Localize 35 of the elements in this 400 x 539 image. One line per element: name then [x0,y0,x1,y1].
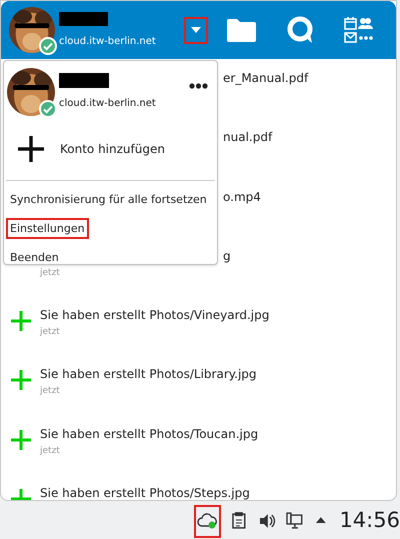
activity-text: Sie haben erstellt Photos/Toucan.jpg [40,426,258,442]
more-icon[interactable] [189,83,208,89]
dropdown-button[interactable] [184,16,208,44]
clock: 14:56 [339,507,400,534]
activity-text: Sie haben erstellt Photos/Library.jpg [40,366,257,382]
add-account-item[interactable]: Konto hinzufügen [4,121,217,177]
plus-icon [11,430,31,450]
menu-item[interactable]: Beenden [6,247,63,268]
activity-text: Sie haben erstellt Photos/Steps.jpg [40,485,250,500]
activity-text: er_Manual.pdf [223,70,308,86]
activity-time: jetzt [40,446,60,457]
account-host: cloud.itw-berlin.net [59,97,157,111]
activity-time: jetzt [40,327,60,338]
clipboard-icon[interactable] [230,512,248,530]
plus-icon [18,136,44,162]
redacted-name [59,12,108,26]
network-icon[interactable] [286,512,304,530]
activity-time: jetzt [40,268,60,279]
menu-item[interactable]: Synchronisierung für alle fortsetzen [6,189,211,210]
activity-text: Sie haben erstellt Photos/Vineyard.jpg [40,307,270,324]
folder-icon[interactable] [227,18,256,42]
activity-text: o.mp4 [223,188,261,205]
caret-icon [191,27,201,33]
plus-icon [11,370,31,390]
activity-text: nual.pdf [223,129,272,146]
activity-text: g [223,248,231,264]
plus-icon [11,311,31,332]
redacted-name [59,73,109,88]
activity-time: jetzt [40,386,60,398]
speaker-icon[interactable] [258,512,276,530]
chat-bubble-icon[interactable] [286,16,314,44]
cloud-icon[interactable] [194,504,221,538]
account-host: cloud.itw-berlin.net [59,34,157,48]
menu-item[interactable]: Einstellungen [6,218,89,239]
apps-icon[interactable] [344,16,373,44]
